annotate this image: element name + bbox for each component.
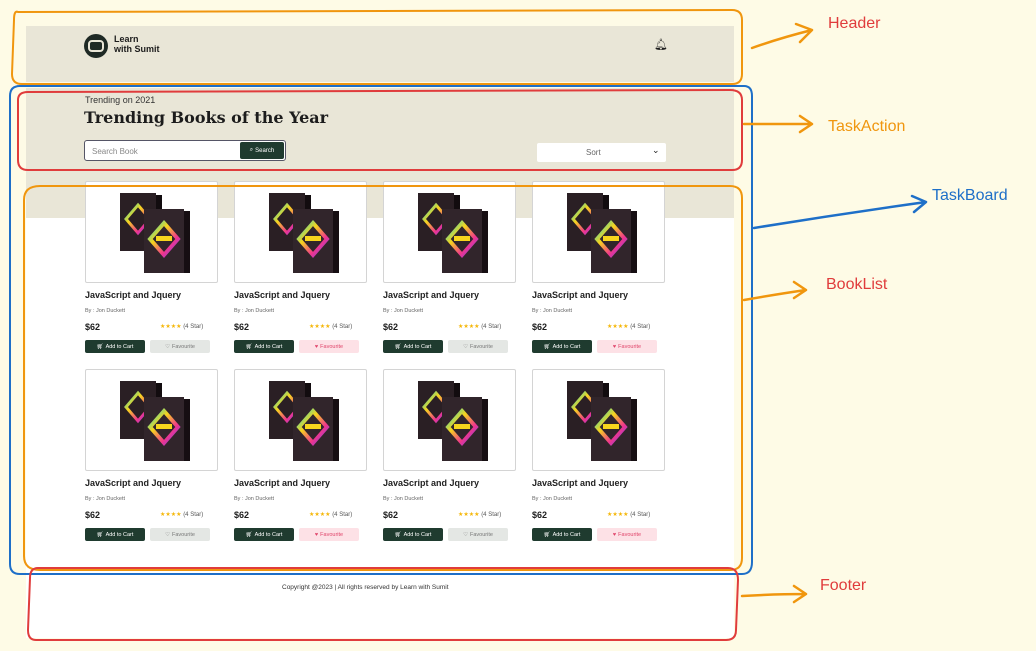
booklist-outline <box>23 185 743 571</box>
taskboard-arrow-icon <box>752 194 928 230</box>
annotation-header: Header <box>828 15 881 32</box>
taskaction-arrow-icon <box>742 114 814 134</box>
footer-outline <box>26 567 740 641</box>
annotation-booklist: BookList <box>826 276 888 293</box>
header-arrow-icon <box>750 22 814 50</box>
footer-arrow-icon <box>740 584 808 604</box>
annotation-taskboard: TaskBoard <box>932 187 1008 204</box>
header-outline <box>10 8 743 85</box>
taskboard-outline <box>9 85 753 575</box>
annotation-footer: Footer <box>820 577 867 594</box>
annotation-taskaction: TaskAction <box>828 118 906 135</box>
booklist-arrow-icon <box>742 280 808 302</box>
annotation-overlay <box>9 8 928 641</box>
taskaction-outline <box>17 88 743 171</box>
